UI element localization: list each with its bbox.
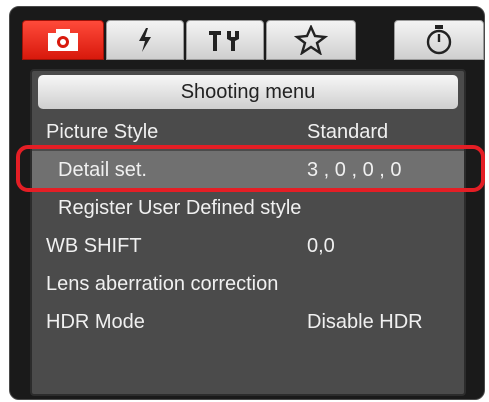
shooting-menu-panel: Shooting menu Picture Style Standard Det… <box>30 69 466 396</box>
menu-item-value: Standard <box>307 121 389 143</box>
star-icon <box>294 25 328 55</box>
menu-item-detail-set[interactable]: Detail set. 3 , 0 , 0 , 0 <box>32 151 464 188</box>
menu-empty-row <box>32 341 464 378</box>
menu-item-label: WB SHIFT <box>46 235 142 257</box>
menu-item-hdr-mode[interactable]: HDR Mode Disable HDR <box>32 303 464 340</box>
tab-timer[interactable] <box>394 20 484 60</box>
menu-item-register-user-style[interactable]: Register User Defined style <box>32 189 464 226</box>
menu-item-lens-aberration[interactable]: Lens aberration correction <box>32 265 464 302</box>
menu-item-picture-style[interactable]: Picture Style Standard <box>32 113 464 150</box>
timer-icon <box>426 25 452 55</box>
tab-mymenu[interactable] <box>266 20 356 60</box>
menu-item-value: 3 , 0 , 0 , 0 <box>307 159 402 181</box>
camera-icon <box>48 29 78 51</box>
menu-item-wb-shift[interactable]: WB SHIFT 0,0 <box>32 227 464 264</box>
menu-item-value: 0,0 <box>307 235 335 257</box>
tools-icon <box>209 31 239 51</box>
menu-item-value: Disable HDR <box>307 311 423 333</box>
menu-item-label: Detail set. <box>58 159 147 181</box>
menu-item-label: Register User Defined style <box>58 197 302 219</box>
tab-setup[interactable] <box>186 20 264 60</box>
tab-flash[interactable] <box>106 20 184 60</box>
flash-icon <box>139 28 151 52</box>
menu-title: Shooting menu <box>38 75 458 109</box>
menu-item-label: Lens aberration correction <box>46 273 279 295</box>
tab-shooting[interactable] <box>22 20 104 60</box>
menu-item-label: HDR Mode <box>46 311 145 333</box>
menu-item-label: Picture Style <box>46 121 159 143</box>
